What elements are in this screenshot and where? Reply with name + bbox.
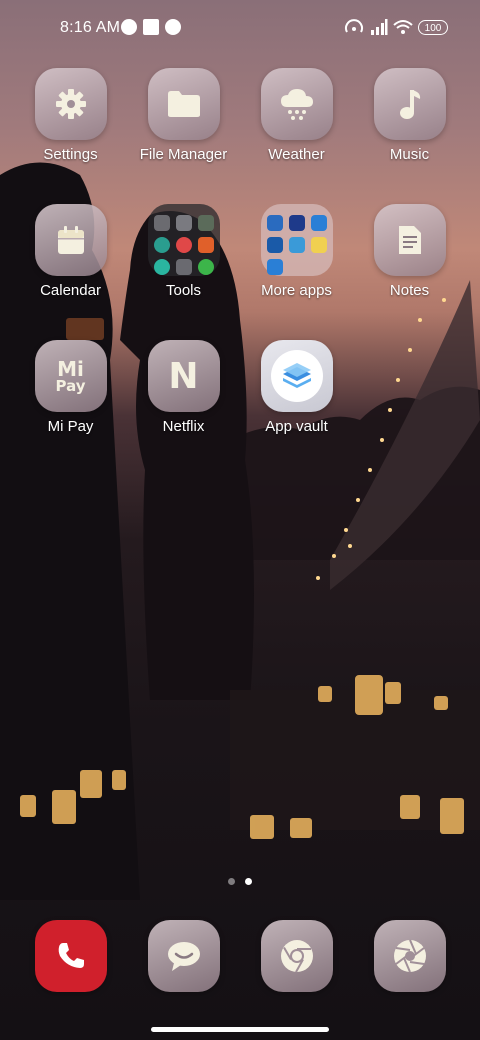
page-indicator [0,878,480,888]
app-label: Mi Pay [47,418,94,435]
notification-app-icon [121,19,137,35]
mini-app-icon [310,237,327,253]
page-dot[interactable] [228,878,235,885]
camera-aperture-icon [393,939,426,973]
app-label: Tools [165,282,202,299]
mini-app-icon [310,215,327,231]
mini-app-icon [175,237,192,253]
notes-icon [398,226,421,254]
hotspot-icon [345,19,363,33]
app-label: Settings [43,146,98,163]
dock-camera[interactable] [353,920,466,992]
mini-app-icon [288,237,305,253]
mini-app-icon [153,237,170,253]
app-notes[interactable]: Notes [353,204,466,299]
app-app-vault[interactable]: App vault [240,340,353,435]
dock-messages[interactable] [127,920,240,992]
netflix-icon: N [147,340,220,412]
tools-folder-grid [147,204,220,276]
folder-more-apps[interactable]: More apps [240,204,353,299]
app-label: File Manager [139,146,228,163]
status-time: 8:16 AM [60,19,121,36]
mini-app-icon [197,215,214,231]
mini-app-icon [175,215,192,231]
status-bar: 8:16 AM 100 [0,0,480,56]
gear-icon [55,89,86,119]
mi-pay-icon: Mi Pay [34,340,107,412]
page-dot-active[interactable] [245,878,252,885]
mini-app-icon [175,259,192,275]
more-apps-folder-grid [260,204,333,276]
app-music[interactable]: Music [353,68,466,163]
app-vault-icon [270,350,323,402]
cloud-snow-icon [280,89,313,120]
wifi-icon [393,20,413,34]
chrome-icon [280,940,313,973]
app-label: Netflix [162,418,205,435]
home-gesture-bar[interactable] [151,1027,329,1032]
app-label: More apps [261,282,332,299]
app-label: Calendar [40,282,101,299]
app-label: Weather [268,146,325,163]
message-icon [167,942,200,971]
mini-app-icon [153,259,170,275]
app-label: Notes [389,282,430,299]
mini-app-icon [266,259,283,275]
dock-phone[interactable] [14,920,127,992]
mini-app-icon [288,215,305,231]
signal-icon [371,19,388,35]
app-file-manager[interactable]: File Manager [127,68,240,163]
app-calendar[interactable]: Calendar [14,204,127,299]
calendar-icon [57,226,84,254]
app-mi-pay[interactable]: Mi Pay Mi Pay [14,340,127,435]
phone-icon [58,943,84,968]
mini-app-icon [266,237,283,253]
mini-app-icon [197,237,214,253]
app-label: App vault [265,418,328,435]
app-weather[interactable]: Weather [240,68,353,163]
folder-icon [167,91,200,117]
mini-app-icon [266,215,283,231]
mini-app-icon [197,259,214,275]
app-netflix[interactable]: N Netflix [127,340,240,435]
app-settings[interactable]: Settings [14,68,127,163]
netflix-logo: N [168,355,199,397]
mi-pay-logo-mi: Mi [57,356,84,381]
mi-pay-logo-pay: Pay [55,376,86,395]
notification-app-icon-2 [165,19,181,35]
battery-indicator: 100 [418,20,448,35]
dock-browser[interactable] [240,920,353,992]
app-label: Music [389,146,430,163]
notification-square-icon [143,19,159,35]
mini-app-icon [153,215,170,231]
folder-tools[interactable]: Tools [127,204,240,299]
music-note-icon [399,90,420,119]
